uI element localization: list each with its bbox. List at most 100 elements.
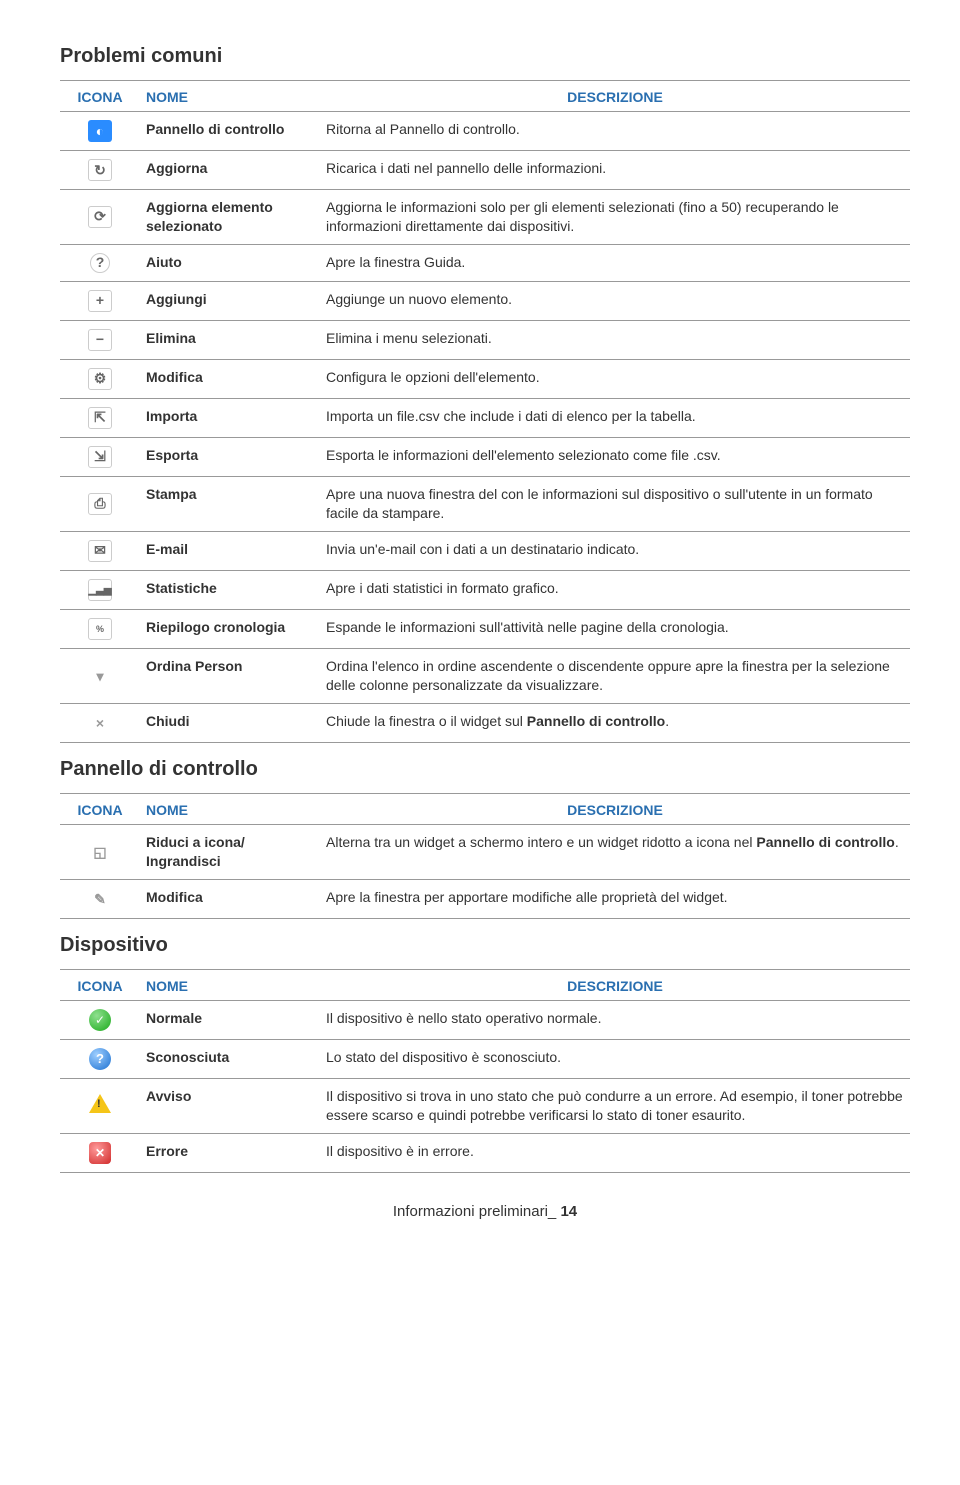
header-desc: DESCRIZIONE <box>320 81 910 112</box>
section-title: Dispositivo <box>60 934 910 957</box>
desc-cell: Ritorna al Pannello di controllo. <box>320 112 910 151</box>
table-row: ◐ Pannello di controlloRitorna al Pannell… <box>60 112 910 151</box>
header-name: NOME <box>140 81 320 112</box>
desc-cell: Chiude la finestra o il widget sul Panne… <box>320 704 910 743</box>
table-row: ✉ E-mailInvia un'e-mail con i dati a un d… <box>60 531 910 570</box>
table-row: ⟳ Aggiorna elemento selezionatoAggiorna l… <box>60 190 910 245</box>
email-icon: ✉ <box>88 540 112 562</box>
header-name: NOME <box>140 969 320 1000</box>
name-cell: Normale <box>140 1000 320 1039</box>
header-icon: ICONA <box>60 794 140 825</box>
name-cell: Pannello di controllo <box>140 112 320 151</box>
plus-icon: + <box>88 290 112 312</box>
name-cell: Aiuto <box>140 244 320 281</box>
name-cell: Riepilogo cronologia <box>140 610 320 649</box>
desc-cell: Aggiunge un nuovo elemento. <box>320 281 910 320</box>
name-cell: Errore <box>140 1133 320 1172</box>
table-row: ✕ErroreIl dispositivo è in errore. <box>60 1133 910 1172</box>
desc-cell: Aggiorna le informazioni solo per gli el… <box>320 190 910 245</box>
name-cell: Modifica <box>140 359 320 398</box>
status-unknown-icon: ? <box>89 1048 111 1070</box>
desc-cell: Ricarica i dati nel pannello delle infor… <box>320 151 910 190</box>
icon-cell: ▁▃▅ <box>60 570 140 610</box>
desc-cell: Espande le informazioni sull'attività ne… <box>320 610 910 649</box>
table-row: ✓ NormaleIl dispositivo è nello stato ope… <box>60 1000 910 1039</box>
table-row: ⚙ ModificaConfigura le opzioni dell'eleme… <box>60 359 910 398</box>
name-cell: Statistiche <box>140 570 320 610</box>
icon-cell: ✉ <box>60 531 140 570</box>
desc-cell: Invia un'e-mail con i dati a un destinat… <box>320 531 910 570</box>
table-row: ⎙ StampaApre una nuova finestra del con l… <box>60 476 910 531</box>
header-desc: DESCRIZIONE <box>320 794 910 825</box>
table-row: ⇲EsportaEsporta le informazioni dell'ele… <box>60 437 910 476</box>
minimize-maximize-icon: ◱ <box>88 841 112 863</box>
icon-definition-table: ICONANOMEDESCRIZIONE ◱ Riduci a icona/ Ing… <box>60 793 910 919</box>
name-cell: Modifica <box>140 879 320 918</box>
header-icon: ICONA <box>60 81 140 112</box>
icon-cell: ⇱ <box>60 398 140 437</box>
footer-page: 14 <box>560 1203 577 1220</box>
history-icon: % <box>88 618 112 640</box>
print-icon: ⎙ <box>88 493 112 515</box>
name-cell: Aggiorna elemento selezionato <box>140 190 320 245</box>
page-footer: Informazioni preliminari_ 14 <box>60 1203 910 1220</box>
icon-cell: % <box>60 610 140 649</box>
icon-definition-table: ICONANOMEDESCRIZIONE✓NormaleIl dispositi… <box>60 969 910 1173</box>
desc-cell: Apre una nuova finestra del con le infor… <box>320 476 910 531</box>
icon-cell: − <box>60 320 140 359</box>
name-cell: Ordina Person <box>140 649 320 704</box>
name-cell: Chiudi <box>140 704 320 743</box>
icon-cell: ? <box>60 1039 140 1078</box>
desc-cell: Esporta le informazioni dell'elemento se… <box>320 437 910 476</box>
icon-cell: ▾ <box>60 649 140 704</box>
name-cell: Sconosciuta <box>140 1039 320 1078</box>
name-cell: Esporta <box>140 437 320 476</box>
name-cell: Aggiorna <box>140 151 320 190</box>
stats-icon: ▁▃▅ <box>88 579 112 601</box>
desc-cell: Importa un file.csv che include i dati d… <box>320 398 910 437</box>
edit-icon: ✎ <box>88 888 112 910</box>
name-cell: Importa <box>140 398 320 437</box>
desc-cell: Il dispositivo si trova in uno stato che… <box>320 1078 910 1133</box>
section-title: Problemi comuni <box>60 45 910 68</box>
icon-cell: ✕ <box>60 1133 140 1172</box>
table-row: ◱ Riduci a icona/ IngrandisciAlterna tra … <box>60 825 910 880</box>
desc-cell: Alterna tra un widget a schermo intero e… <box>320 825 910 880</box>
desc-cell: Configura le opzioni dell'elemento. <box>320 359 910 398</box>
table-row: ⇱ImportaImporta un file.csv che include … <box>60 398 910 437</box>
minus-icon: − <box>88 329 112 351</box>
desc-cell: Il dispositivo è nello stato operativo n… <box>320 1000 910 1039</box>
table-row: ↻ AggiornaRicarica i dati nel pannello de… <box>60 151 910 190</box>
sort-icon: ▾ <box>88 665 112 687</box>
table-row: ✎ModificaApre la finestra per apportare … <box>60 879 910 918</box>
name-cell: Stampa <box>140 476 320 531</box>
table-row: ?SconosciutaLo stato del dispositivo è s… <box>60 1039 910 1078</box>
name-cell: Riduci a icona/ Ingrandisci <box>140 825 320 880</box>
icon-cell: × <box>60 704 140 743</box>
desc-cell: Apre la finestra Guida. <box>320 244 910 281</box>
name-cell: E-mail <box>140 531 320 570</box>
refresh-icon: ↻ <box>88 159 112 181</box>
icon-cell <box>60 1078 140 1133</box>
icon-cell: + <box>60 281 140 320</box>
document-body: Problemi comuniICONANOMEDESCRIZIONE◐Pann… <box>60 45 910 1173</box>
header-name: NOME <box>140 794 320 825</box>
status-error-icon: ✕ <box>89 1142 111 1164</box>
footer-text: Informazioni preliminari <box>393 1203 548 1220</box>
footer-sep: _ <box>548 1203 561 1220</box>
header-icon: ICONA <box>60 969 140 1000</box>
refresh-selected-icon: ⟳ <box>88 206 112 228</box>
icon-definition-table: ICONANOMEDESCRIZIONE ◐ Pannello di control… <box>60 80 910 743</box>
table-row: + AggiungiAggiunge un nuovo elemento. <box>60 281 910 320</box>
help-icon: ? <box>90 253 110 273</box>
icon-cell: ⚙ <box>60 359 140 398</box>
status-ok-icon: ✓ <box>89 1009 111 1031</box>
icon-cell: ⇲ <box>60 437 140 476</box>
table-row: % Riepilogo cronologiaEspande le informaz… <box>60 610 910 649</box>
name-cell: Aggiungi <box>140 281 320 320</box>
dashboard-icon: ◐ <box>88 120 112 142</box>
gear-icon: ⚙ <box>88 368 112 390</box>
table-row: AvvisoIl dispositivo si trova in uno sta… <box>60 1078 910 1133</box>
desc-cell: Apre i dati statistici in formato grafic… <box>320 570 910 610</box>
icon-cell: ◱ <box>60 825 140 880</box>
